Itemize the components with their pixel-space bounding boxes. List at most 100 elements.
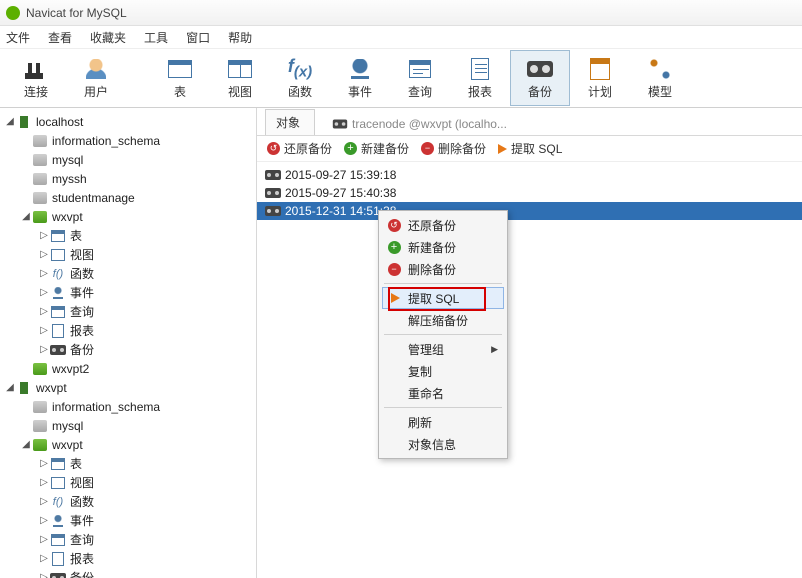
tool-query[interactable]: 查询: [390, 50, 450, 106]
backup-item-selected[interactable]: 2015-12-31 14:51:38: [257, 202, 802, 220]
connection-tree[interactable]: ◢localhost information_schema mysql myss…: [0, 108, 257, 578]
database-icon: [33, 135, 47, 147]
conn-wxvpt[interactable]: ◢wxvpt: [0, 378, 256, 397]
tool-user[interactable]: 用户: [66, 50, 126, 106]
tool-model[interactable]: 模型: [630, 50, 690, 106]
ctx-new[interactable]: +新建备份: [382, 236, 504, 258]
action-delete[interactable]: −删除备份: [421, 140, 486, 157]
node-events[interactable]: ▷事件: [0, 283, 256, 302]
menu-window[interactable]: 窗口: [186, 29, 210, 46]
tab-object[interactable]: 对象: [265, 109, 315, 135]
delete-icon: −: [388, 263, 401, 276]
database-open-icon: [33, 211, 47, 223]
node-tables[interactable]: ▷表: [0, 226, 256, 245]
tool-table[interactable]: 表: [150, 50, 210, 106]
view-icon: [51, 249, 65, 261]
backup-item[interactable]: 2015-09-27 15:39:18: [257, 166, 802, 184]
query-icon: [51, 534, 65, 546]
event-icon: [53, 515, 63, 527]
db-mysql-2[interactable]: mysql: [0, 416, 256, 435]
add-icon: +: [388, 241, 401, 254]
database-icon: [33, 154, 47, 166]
tool-view[interactable]: 视图: [210, 50, 270, 106]
database-icon: [33, 401, 47, 413]
db-wxvpt2[interactable]: wxvpt2: [0, 359, 256, 378]
db-mysql[interactable]: mysql: [0, 150, 256, 169]
db-wxvpt-2[interactable]: ◢wxvpt: [0, 435, 256, 454]
menu-help[interactable]: 帮助: [228, 29, 252, 46]
tool-report[interactable]: 报表: [450, 50, 510, 106]
title-bar: Navicat for MySQL: [0, 0, 802, 26]
menu-bar: 文件 查看 收藏夹 工具 窗口 帮助: [0, 26, 802, 48]
node-queries[interactable]: ▷查询: [0, 302, 256, 321]
backup-icon: [50, 345, 66, 355]
event-icon: [53, 287, 63, 299]
node-backups-2[interactable]: ▷备份: [0, 568, 256, 578]
backup-icon: [265, 170, 281, 180]
backup-item[interactable]: 2015-09-27 15:40:38: [257, 184, 802, 202]
tool-func[interactable]: f(x)函数: [270, 50, 330, 106]
query-icon: [409, 60, 431, 78]
function-icon: f(x): [288, 56, 312, 81]
ctx-objinfo[interactable]: 对象信息: [382, 433, 504, 455]
table-icon: [51, 230, 65, 242]
ctx-copy[interactable]: 复制: [382, 360, 504, 382]
action-restore[interactable]: ↺还原备份: [267, 140, 332, 157]
db-information-schema[interactable]: information_schema: [0, 131, 256, 150]
menu-view[interactable]: 查看: [48, 29, 72, 46]
action-new[interactable]: +新建备份: [344, 140, 409, 157]
menu-file[interactable]: 文件: [6, 29, 30, 46]
content-pane: 对象 tracenode @wxvpt (localho... ↺还原备份 +新…: [257, 108, 802, 578]
db-myssh[interactable]: myssh: [0, 169, 256, 188]
separator: [384, 283, 502, 284]
db-wxvpt[interactable]: ◢wxvpt: [0, 207, 256, 226]
tool-connect[interactable]: 连接: [6, 50, 66, 106]
server-icon: [20, 116, 24, 128]
backup-list[interactable]: 2015-09-27 15:39:18 2015-09-27 15:40:38 …: [257, 162, 802, 224]
table-icon: [168, 60, 192, 78]
node-tables-2[interactable]: ▷表: [0, 454, 256, 473]
node-events-2[interactable]: ▷事件: [0, 511, 256, 530]
table-icon: [51, 458, 65, 470]
conn-localhost[interactable]: ◢localhost: [0, 112, 256, 131]
tool-backup[interactable]: 备份: [510, 50, 570, 106]
ctx-refresh[interactable]: 刷新: [382, 411, 504, 433]
node-backups[interactable]: ▷备份: [0, 340, 256, 359]
add-icon: +: [344, 142, 357, 155]
plan-icon: [590, 58, 610, 80]
menu-tools[interactable]: 工具: [144, 29, 168, 46]
node-views-2[interactable]: ▷视图: [0, 473, 256, 492]
menu-fav[interactable]: 收藏夹: [90, 29, 126, 46]
node-functions-2[interactable]: ▷f()函数: [0, 492, 256, 511]
ctx-rename[interactable]: 重命名: [382, 382, 504, 404]
backup-icon: [333, 120, 347, 129]
tool-plan[interactable]: 计划: [570, 50, 630, 106]
tab-tracenode[interactable]: tracenode @wxvpt (localho...: [321, 112, 522, 135]
ctx-restore[interactable]: ↺还原备份: [382, 214, 504, 236]
ctx-extract-sql[interactable]: 提取 SQL: [382, 287, 504, 309]
ctx-delete[interactable]: −删除备份: [382, 258, 504, 280]
main-toolbar: 连接 用户 表 视图 f(x)函数 事件 查询 报表 备份 计划 模型: [0, 48, 802, 108]
ctx-unzip[interactable]: 解压缩备份: [382, 309, 504, 331]
function-icon: f(): [53, 268, 63, 280]
restore-icon: ↺: [388, 219, 401, 232]
server-icon: [20, 382, 24, 394]
submenu-arrow-icon: ▶: [491, 344, 498, 355]
database-open-icon: [33, 363, 47, 375]
plug-icon: [25, 59, 47, 79]
db-information-schema-2[interactable]: information_schema: [0, 397, 256, 416]
db-studentmanage[interactable]: studentmanage: [0, 188, 256, 207]
extract-icon: [391, 293, 400, 303]
node-reports[interactable]: ▷报表: [0, 321, 256, 340]
context-menu: ↺还原备份 +新建备份 −删除备份 提取 SQL 解压缩备份 管理组▶ 复制 重…: [378, 210, 508, 459]
app-icon: [6, 6, 20, 20]
node-queries-2[interactable]: ▷查询: [0, 530, 256, 549]
node-views[interactable]: ▷视图: [0, 245, 256, 264]
delete-icon: −: [421, 142, 434, 155]
ctx-group[interactable]: 管理组▶: [382, 338, 504, 360]
node-functions[interactable]: ▷f()函数: [0, 264, 256, 283]
tool-event[interactable]: 事件: [330, 50, 390, 106]
report-icon: [471, 58, 489, 80]
action-extract[interactable]: 提取 SQL: [498, 140, 562, 157]
node-reports-2[interactable]: ▷报表: [0, 549, 256, 568]
